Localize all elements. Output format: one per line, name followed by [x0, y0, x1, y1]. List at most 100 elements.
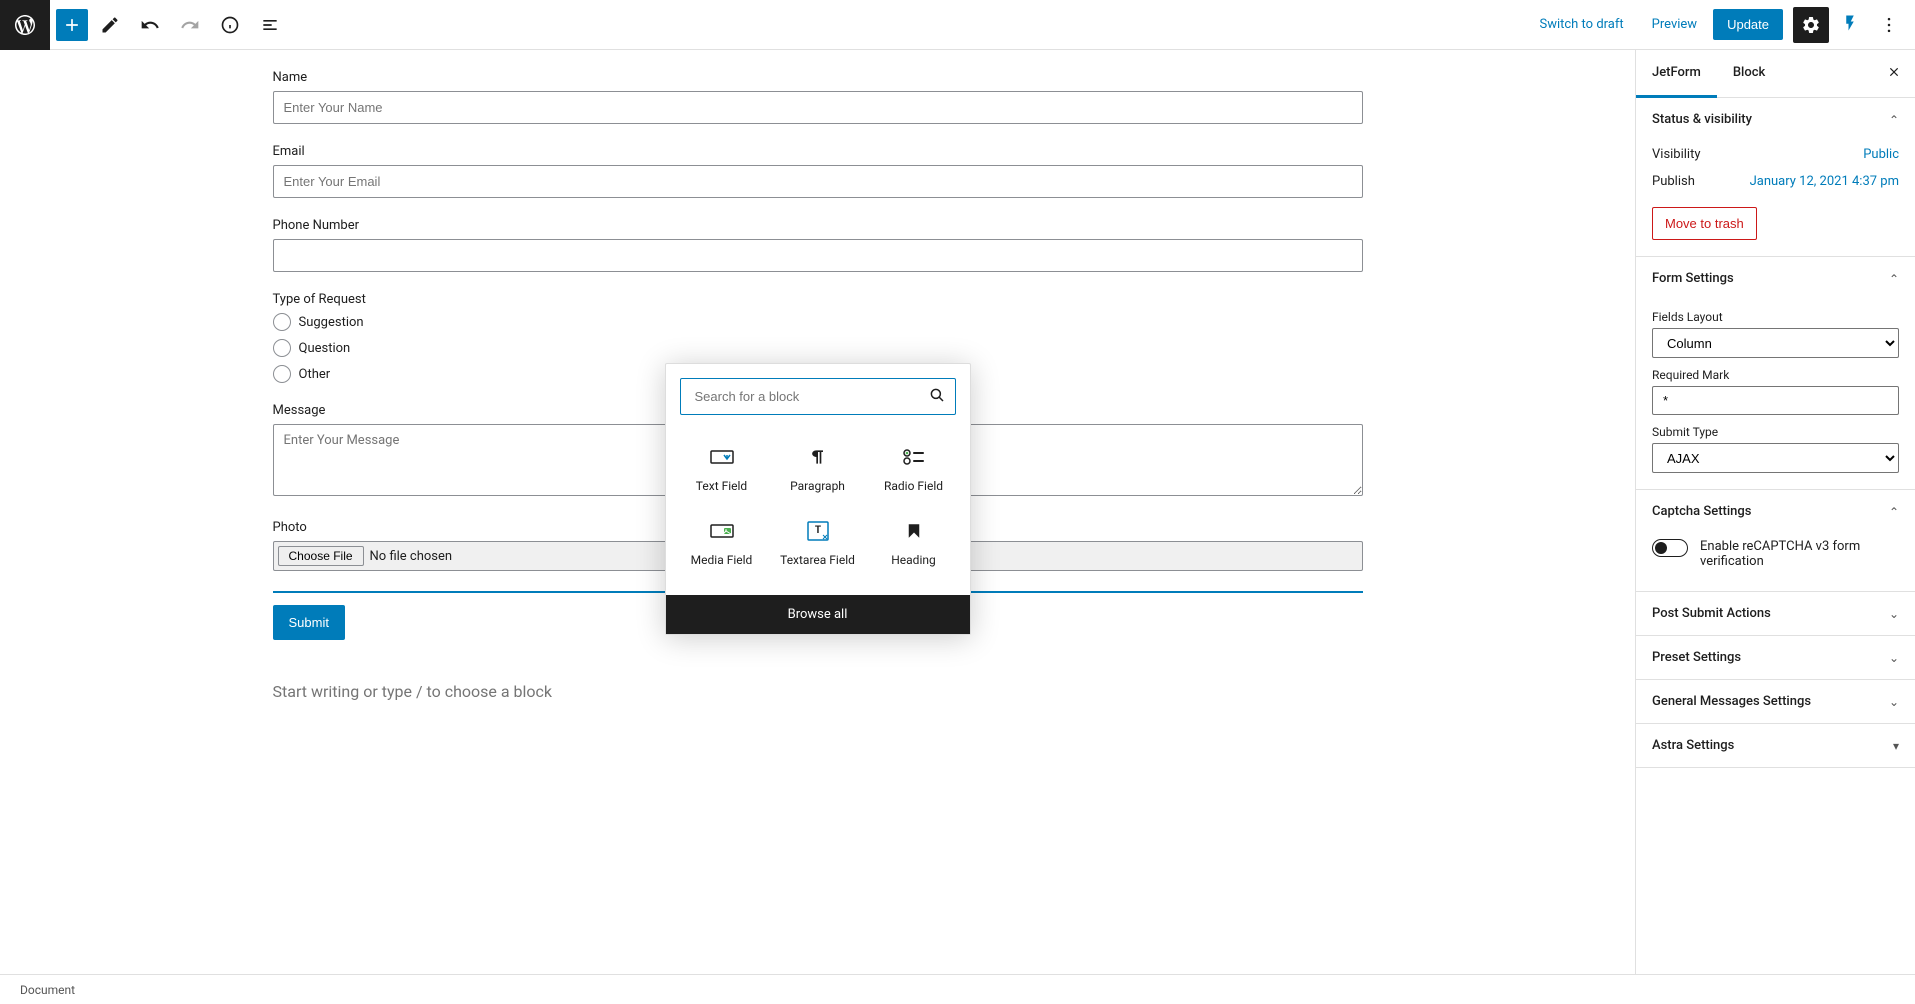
- email-field: Email: [273, 144, 1363, 198]
- panel-form-settings: Form Settings ⌃ Fields Layout Column Req…: [1636, 257, 1915, 490]
- required-mark-input[interactable]: [1652, 386, 1899, 415]
- triangle-down-icon: ▾: [1893, 739, 1899, 753]
- radio-label: Other: [299, 367, 331, 382]
- panel-title: Astra Settings: [1652, 738, 1734, 753]
- more-menu-button[interactable]: [1871, 7, 1907, 43]
- undo-icon: [140, 15, 160, 35]
- ellipsis-vertical-icon: [1879, 15, 1899, 35]
- chevron-up-icon: ⌃: [1889, 113, 1899, 127]
- outline-button[interactable]: [252, 7, 288, 43]
- close-sidebar-button[interactable]: [1873, 63, 1915, 84]
- preview-link[interactable]: Preview: [1640, 17, 1709, 32]
- edit-button[interactable]: [92, 7, 128, 43]
- panel-status-header[interactable]: Status & visibility ⌃: [1636, 98, 1915, 141]
- name-field: Name: [273, 70, 1363, 124]
- radio-label: Suggestion: [299, 315, 364, 330]
- radio-icon: [273, 339, 291, 357]
- update-button[interactable]: Update: [1713, 9, 1783, 40]
- switch-to-draft-link[interactable]: Switch to draft: [1527, 17, 1635, 32]
- redo-button[interactable]: [172, 7, 208, 43]
- block-text-field[interactable]: Text Field: [674, 433, 770, 507]
- pencil-icon: [100, 15, 120, 35]
- radio-icon: [273, 313, 291, 331]
- block-paragraph[interactable]: Paragraph: [770, 433, 866, 507]
- jetform-button[interactable]: [1833, 14, 1867, 36]
- settings-button[interactable]: [1793, 7, 1829, 43]
- recaptcha-toggle[interactable]: [1652, 539, 1688, 557]
- move-to-trash-button[interactable]: Move to trash: [1652, 207, 1757, 240]
- submit-type-select[interactable]: AJAX: [1652, 443, 1899, 473]
- request-type-label: Type of Request: [273, 292, 1363, 307]
- top-toolbar: Switch to draft Preview Update: [0, 0, 1915, 50]
- editor-canvas: Name Email Phone Number Type of Request …: [0, 50, 1635, 974]
- media-field-icon: [710, 519, 734, 543]
- panel-general-messages-header[interactable]: General Messages Settings ⌄: [1636, 680, 1915, 723]
- search-icon: [928, 386, 946, 408]
- add-block-button[interactable]: [56, 9, 88, 41]
- block-radio-field[interactable]: Radio Field: [866, 433, 962, 507]
- block-label: Media Field: [691, 553, 753, 567]
- name-label: Name: [273, 70, 1363, 85]
- block-textarea-field[interactable]: T Textarea Field: [770, 507, 866, 581]
- panel-title: General Messages Settings: [1652, 694, 1811, 709]
- panel-astra: Astra Settings ▾: [1636, 724, 1915, 768]
- email-input[interactable]: [273, 165, 1363, 198]
- panel-form-settings-header[interactable]: Form Settings ⌃: [1636, 257, 1915, 300]
- panel-astra-header[interactable]: Astra Settings ▾: [1636, 724, 1915, 767]
- tab-jetform[interactable]: JetForm: [1636, 50, 1717, 98]
- redo-icon: [180, 15, 200, 35]
- radio-icon: [273, 365, 291, 383]
- fields-layout-select[interactable]: Column: [1652, 328, 1899, 358]
- settings-sidebar: JetForm Block Status & visibility ⌃ Visi…: [1635, 50, 1915, 974]
- radio-option-suggestion[interactable]: Suggestion: [273, 313, 1363, 331]
- chevron-down-icon: ⌄: [1889, 651, 1899, 665]
- panel-title: Post Submit Actions: [1652, 606, 1771, 621]
- textarea-field-icon: T: [806, 519, 830, 543]
- text-field-icon: [710, 445, 734, 469]
- visibility-value[interactable]: Public: [1863, 147, 1899, 162]
- panel-captcha-header[interactable]: Captcha Settings ⌃: [1636, 490, 1915, 533]
- phone-label: Phone Number: [273, 218, 1363, 233]
- main-area: Name Email Phone Number Type of Request …: [0, 50, 1915, 974]
- toggle-knob: [1655, 542, 1667, 554]
- toolbar-left-group: [50, 7, 288, 43]
- panel-status-visibility: Status & visibility ⌃ Visibility Public …: [1636, 98, 1915, 257]
- publish-value[interactable]: January 12, 2021 4:37 pm: [1750, 174, 1899, 189]
- block-label: Text Field: [696, 479, 747, 493]
- block-label: Radio Field: [884, 479, 943, 493]
- recaptcha-label: Enable reCAPTCHA v3 form verification: [1700, 539, 1899, 569]
- block-label: Paragraph: [790, 479, 845, 493]
- close-icon: [1887, 65, 1901, 79]
- toolbar-right-group: Switch to draft Preview Update: [1527, 7, 1907, 43]
- name-input[interactable]: [273, 91, 1363, 124]
- block-search-input[interactable]: [680, 378, 956, 415]
- chevron-up-icon: ⌃: [1889, 272, 1899, 286]
- info-button[interactable]: [212, 7, 248, 43]
- email-label: Email: [273, 144, 1363, 159]
- block-label: Heading: [891, 553, 936, 567]
- panel-post-submit-header[interactable]: Post Submit Actions ⌄: [1636, 592, 1915, 635]
- phone-input[interactable]: [273, 239, 1363, 272]
- submit-button[interactable]: Submit: [273, 605, 345, 640]
- radio-option-question[interactable]: Question: [273, 339, 1363, 357]
- gear-icon: [1801, 15, 1821, 35]
- panel-title: Form Settings: [1652, 271, 1734, 286]
- wordpress-logo[interactable]: [0, 0, 50, 50]
- panel-post-submit: Post Submit Actions ⌄: [1636, 592, 1915, 636]
- panel-general-messages: General Messages Settings ⌄: [1636, 680, 1915, 724]
- wordpress-icon: [13, 13, 37, 37]
- undo-button[interactable]: [132, 7, 168, 43]
- panel-captcha: Captcha Settings ⌃ Enable reCAPTCHA v3 f…: [1636, 490, 1915, 592]
- radio-label: Question: [299, 341, 351, 356]
- tab-block[interactable]: Block: [1717, 50, 1781, 98]
- choose-file-button[interactable]: Choose File: [278, 546, 364, 566]
- browse-all-button[interactable]: Browse all: [666, 595, 970, 634]
- chevron-up-icon: ⌃: [1889, 505, 1899, 519]
- chevron-down-icon: ⌄: [1889, 607, 1899, 621]
- block-placeholder-text[interactable]: Start writing or type / to choose a bloc…: [273, 672, 1363, 711]
- block-heading[interactable]: Heading: [866, 507, 962, 581]
- panel-preset-header[interactable]: Preset Settings ⌄: [1636, 636, 1915, 679]
- block-media-field[interactable]: Media Field: [674, 507, 770, 581]
- breadcrumb-text[interactable]: Document: [20, 983, 75, 997]
- file-status-text: No file chosen: [370, 549, 453, 564]
